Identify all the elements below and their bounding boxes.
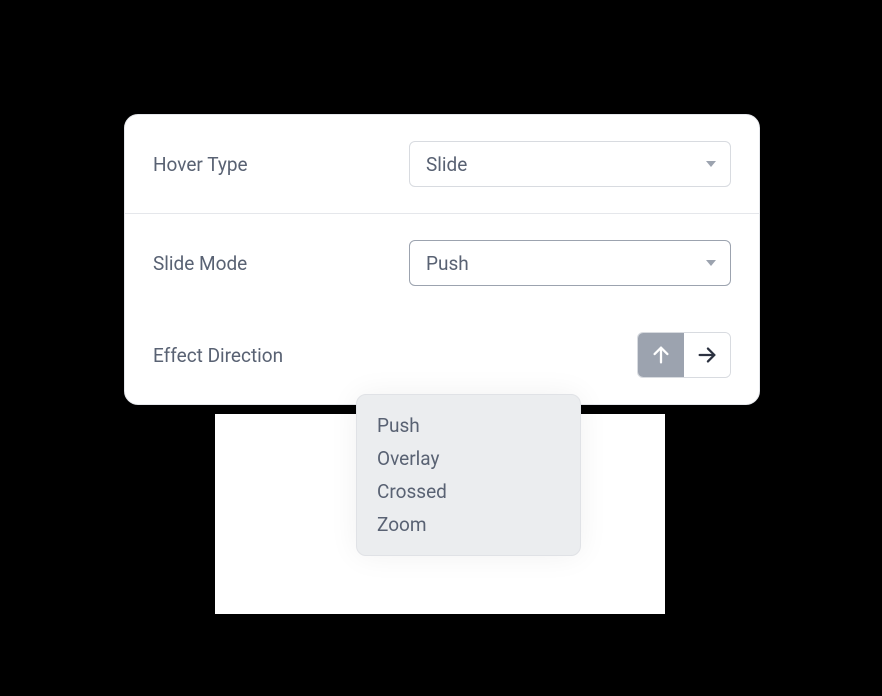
settings-panel: Hover Type Slide Slide Mode Push Effect … xyxy=(124,114,760,405)
hover-type-select[interactable]: Slide xyxy=(409,141,731,187)
slide-mode-dropdown: Push Overlay Crossed Zoom xyxy=(356,394,581,556)
dropdown-option-zoom[interactable]: Zoom xyxy=(377,508,560,541)
slide-mode-select[interactable]: Push xyxy=(409,240,731,286)
hover-type-row: Hover Type Slide xyxy=(125,115,759,214)
hover-type-label: Hover Type xyxy=(153,153,248,176)
hover-type-value: Slide xyxy=(426,153,467,176)
chevron-down-icon xyxy=(706,161,716,167)
direction-button-group xyxy=(637,332,731,378)
slide-mode-row: Slide Mode Push xyxy=(125,214,759,312)
dropdown-option-crossed[interactable]: Crossed xyxy=(377,475,560,508)
arrow-right-icon xyxy=(696,344,718,366)
direction-right-button[interactable] xyxy=(684,333,730,377)
effect-direction-row: Effect Direction xyxy=(125,312,759,404)
effect-direction-label: Effect Direction xyxy=(153,344,283,367)
direction-up-button[interactable] xyxy=(638,333,684,377)
dropdown-option-overlay[interactable]: Overlay xyxy=(377,442,560,475)
dropdown-option-push[interactable]: Push xyxy=(377,409,560,442)
arrow-up-icon xyxy=(650,344,672,366)
slide-mode-label: Slide Mode xyxy=(153,252,247,275)
chevron-down-icon xyxy=(706,260,716,266)
slide-mode-value: Push xyxy=(426,252,469,275)
